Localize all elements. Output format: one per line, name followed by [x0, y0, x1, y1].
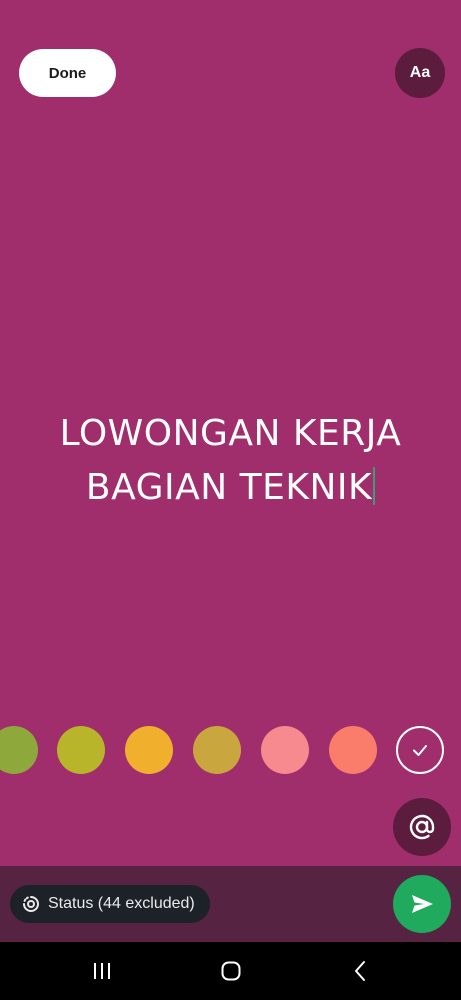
back-button[interactable] [347, 957, 375, 985]
confirm-color-button[interactable] [396, 726, 444, 774]
status-audience-label: Status (44 excluded) [48, 895, 195, 912]
check-icon [413, 745, 427, 756]
color-swatch-3[interactable] [125, 726, 173, 774]
color-swatch-1[interactable] [0, 726, 38, 774]
status-text-line-1: LOWONGAN KERJA [59, 413, 402, 454]
color-swatch-4[interactable] [193, 726, 241, 774]
mention-button[interactable] [393, 798, 451, 856]
color-swatch-5[interactable] [261, 726, 309, 774]
font-style-button[interactable]: Aa [395, 48, 445, 98]
status-text-line-2: BAGIAN TEKNIK [0, 461, 461, 515]
home-button[interactable] [217, 957, 245, 985]
color-swatch-2[interactable] [57, 726, 105, 774]
status-ring-icon [23, 896, 39, 912]
done-button[interactable]: Done [19, 49, 116, 97]
status-text-input[interactable]: LOWONGAN KERJA BAGIAN TEKNIK [0, 407, 461, 515]
status-text-line-2-text: BAGIAN TEKNIK [85, 467, 373, 508]
color-swatch-6[interactable] [329, 726, 377, 774]
back-icon [355, 961, 365, 981]
recent-apps-icon [94, 963, 110, 979]
status-composer: Done Aa LOWONGAN KERJA BAGIAN TEKNIK Sta… [0, 0, 461, 1000]
send-button[interactable] [393, 875, 451, 933]
at-icon [409, 814, 435, 840]
recent-apps-button[interactable] [88, 957, 116, 985]
home-icon [221, 961, 241, 981]
send-icon [412, 895, 433, 913]
text-cursor [373, 467, 376, 505]
status-audience-button[interactable]: Status (44 excluded) [10, 885, 210, 923]
